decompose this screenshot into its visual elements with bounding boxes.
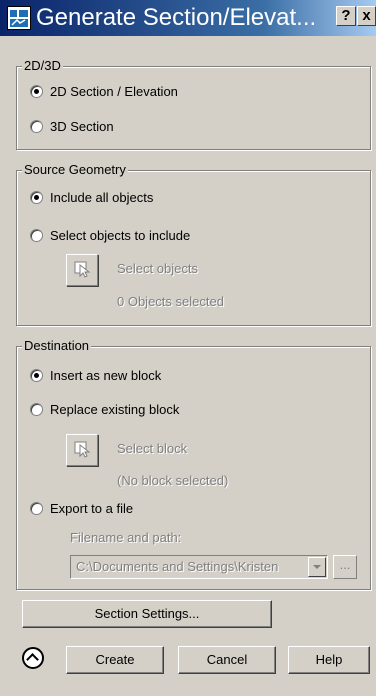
- radio-select-objects-to-include[interactable]: Select objects to include: [30, 225, 190, 245]
- radio-button-icon[interactable]: [30, 84, 43, 98]
- radio-button-icon[interactable]: [30, 190, 43, 204]
- chevron-down-icon[interactable]: [308, 557, 326, 577]
- filename-value: C:\Documents and Settings\Kristen: [76, 559, 279, 574]
- browse-button[interactable]: ...: [333, 555, 357, 579]
- radio-button-icon[interactable]: [30, 501, 43, 515]
- radio-replace-existing-block[interactable]: Replace existing block: [30, 399, 179, 419]
- filename-label: Filename and path:: [70, 530, 182, 545]
- radio-button-icon[interactable]: [30, 402, 43, 416]
- collapse-up-icon[interactable]: [22, 647, 44, 669]
- radio-button-icon[interactable]: [30, 228, 43, 242]
- select-objects-button[interactable]: [66, 254, 98, 286]
- create-button[interactable]: Create: [66, 646, 164, 674]
- filename-combobox[interactable]: C:\Documents and Settings\Kristen: [70, 555, 328, 579]
- title-bar[interactable]: Generate Section/Elevat... ? x: [0, 0, 376, 36]
- radio-2d-section[interactable]: 2D Section / Elevation: [30, 81, 178, 101]
- pick-cursor-icon: [74, 261, 91, 278]
- close-button[interactable]: x: [357, 6, 376, 26]
- help-button[interactable]: Help: [288, 646, 370, 674]
- select-objects-label: Select objects: [117, 261, 198, 276]
- section-settings-button[interactable]: Section Settings...: [22, 600, 272, 628]
- block-status-text: (No block selected): [117, 473, 229, 488]
- select-block-button[interactable]: [66, 434, 98, 466]
- window-title: Generate Section/Elevat...: [36, 4, 317, 31]
- radio-3d-section[interactable]: 3D Section: [30, 116, 114, 136]
- pick-cursor-icon: [74, 441, 91, 458]
- radio-insert-new-block[interactable]: Insert as new block: [30, 365, 161, 385]
- select-block-label: Select block: [117, 441, 188, 456]
- objects-selected-count: 0 Objects selected: [117, 294, 224, 309]
- group-2d3d-legend: 2D/3D: [22, 58, 63, 74]
- help-title-button[interactable]: ?: [336, 6, 356, 26]
- radio-button-icon[interactable]: [30, 368, 43, 382]
- group-destination-legend: Destination: [22, 338, 92, 354]
- radio-export-to-file[interactable]: Export to a file: [30, 498, 133, 518]
- radio-include-all-objects[interactable]: Include all objects: [30, 187, 153, 207]
- group-source-geometry-legend: Source Geometry: [22, 162, 128, 178]
- radio-button-icon[interactable]: [30, 119, 43, 133]
- app-icon: [7, 6, 31, 30]
- group-2d3d: 2D/3D: [16, 58, 371, 150]
- cancel-button[interactable]: Cancel: [178, 646, 276, 674]
